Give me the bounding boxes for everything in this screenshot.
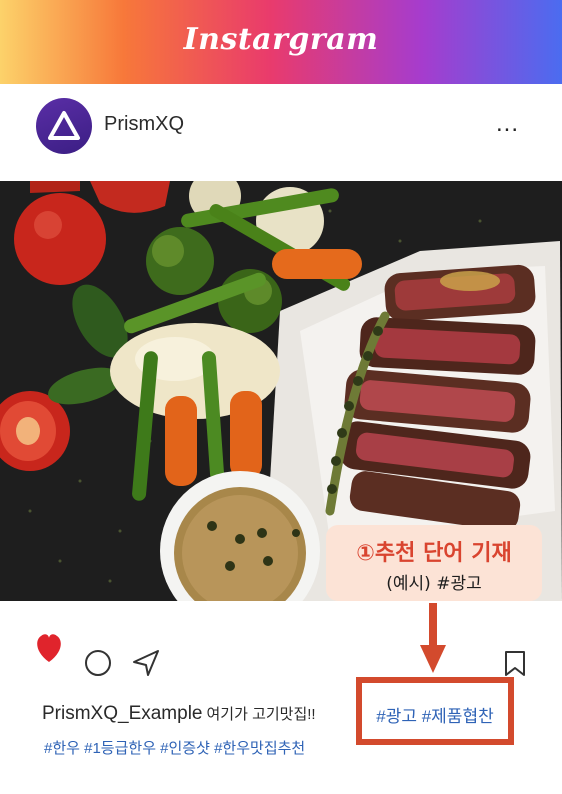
post-caption: PrismXQ_Example 여기가 고기맛집!!: [42, 703, 316, 725]
callout-title: ①추천 단어 기재: [356, 541, 512, 566]
recommendation-callout: ①추천 단어 기재 (예시) #광고: [326, 525, 542, 601]
caption-text: 여기가 고기맛집!!: [206, 706, 316, 723]
callout-example: (예시) #광고: [386, 574, 482, 594]
send-icon[interactable]: [133, 650, 159, 676]
post-header: PrismXQ ...: [0, 84, 562, 181]
ad-hashtag-box: #광고 #제품협찬: [356, 677, 514, 745]
avatar[interactable]: [36, 98, 92, 154]
post-actions: [0, 601, 562, 681]
comment-icon[interactable]: [85, 650, 111, 676]
app-header: Instargram: [0, 0, 562, 84]
prism-logo-icon: [48, 111, 80, 140]
app-title: Instargram: [183, 22, 379, 57]
bookmark-icon[interactable]: [505, 651, 525, 676]
profile-username[interactable]: PrismXQ: [104, 113, 184, 136]
ad-hashtags[interactable]: #광고 #제품협찬: [362, 702, 508, 727]
heart-icon[interactable]: [37, 634, 61, 662]
caption-username[interactable]: PrismXQ_Example: [42, 703, 203, 724]
more-options-button[interactable]: ...: [496, 110, 519, 138]
action-icons: [37, 603, 525, 676]
post-hashtags[interactable]: #한우 #1등급한우 #인증샷 #한우맛집추천: [44, 737, 305, 758]
